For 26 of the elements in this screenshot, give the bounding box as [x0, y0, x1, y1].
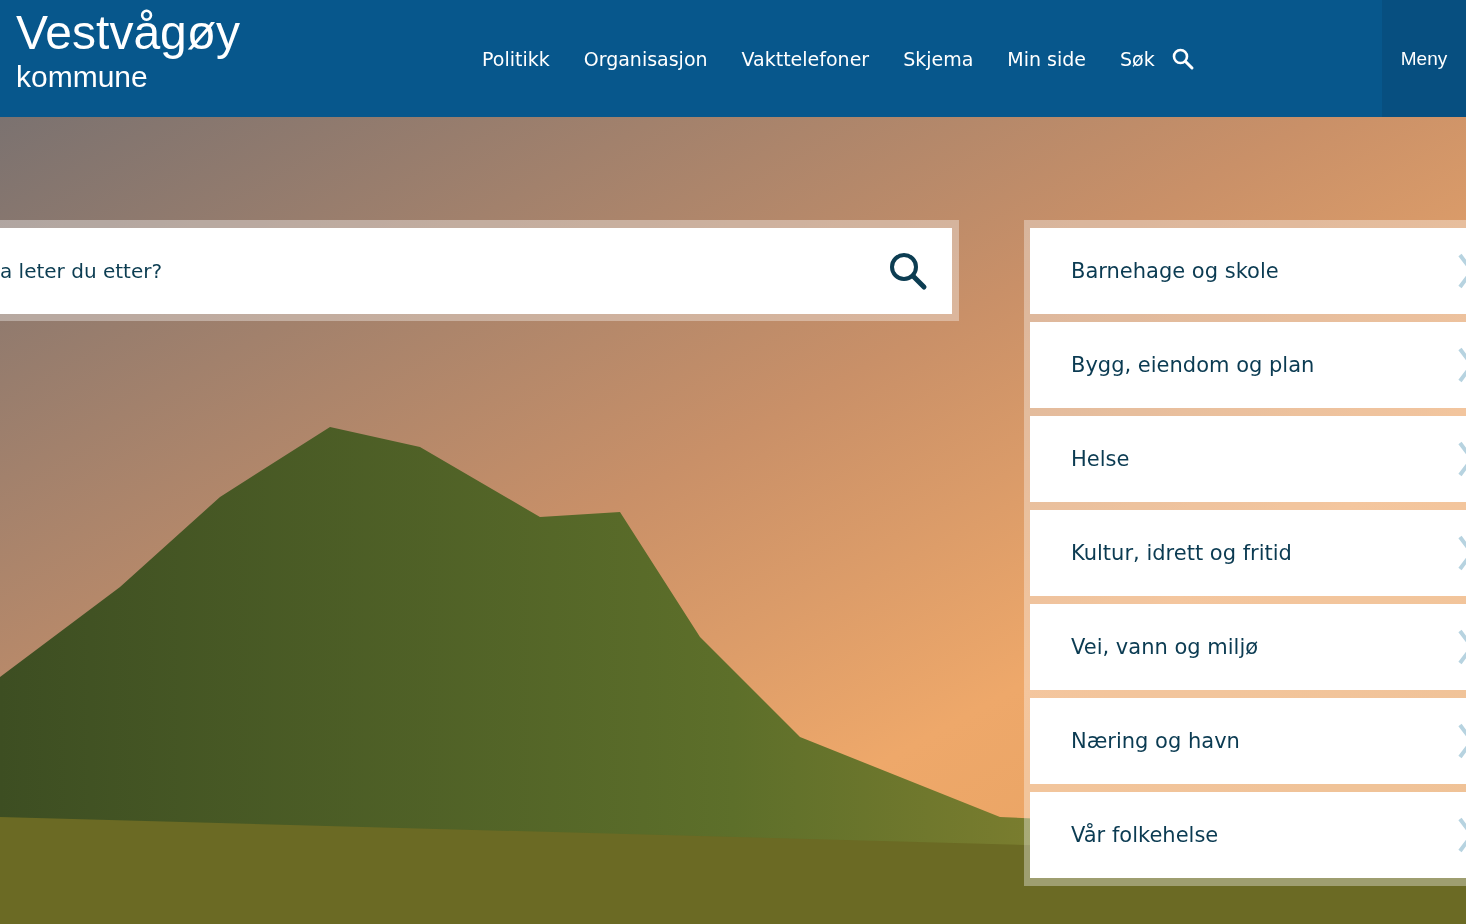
- category-link[interactable]: Barnehage og skole: [1030, 228, 1466, 314]
- category-link[interactable]: Vei, vann og miljø: [1030, 604, 1466, 690]
- nav-link[interactable]: Min side: [1007, 47, 1086, 70]
- chevron-icon: [1458, 721, 1466, 761]
- nav-link[interactable]: Politikk: [482, 47, 550, 70]
- category-link[interactable]: Bygg, eiendom og plan: [1030, 322, 1466, 408]
- chevron-icon: [1458, 533, 1466, 573]
- search-icon[interactable]: [888, 251, 928, 291]
- chevron-icon: [1458, 815, 1466, 855]
- logo-name[interactable]: Vestvågøy: [16, 6, 241, 60]
- search-icon: [1170, 46, 1195, 71]
- nav-link[interactable]: Vakttelefoner: [741, 47, 870, 70]
- chevron-icon: [1458, 251, 1466, 291]
- search-bar[interactable]: a leter du etter?: [0, 228, 952, 314]
- chevron-icon: [1458, 345, 1466, 385]
- chevron-icon: [1458, 439, 1466, 479]
- category-link[interactable]: Næring og havn: [1030, 698, 1466, 784]
- category-link[interactable]: Helse: [1030, 416, 1466, 502]
- category-link[interactable]: Kultur, idrett og fritid: [1030, 510, 1466, 596]
- logo-subtitle[interactable]: kommune: [16, 60, 148, 94]
- nav-link[interactable]: Organisasjon: [583, 47, 708, 70]
- nav-link[interactable]: Skjema: [903, 47, 974, 70]
- chevron-icon: [1458, 627, 1466, 667]
- category-link[interactable]: Vår folkehelse: [1030, 792, 1466, 878]
- search-link[interactable]: Søk: [1120, 46, 1195, 71]
- menu-button[interactable]: Meny: [1382, 0, 1466, 117]
